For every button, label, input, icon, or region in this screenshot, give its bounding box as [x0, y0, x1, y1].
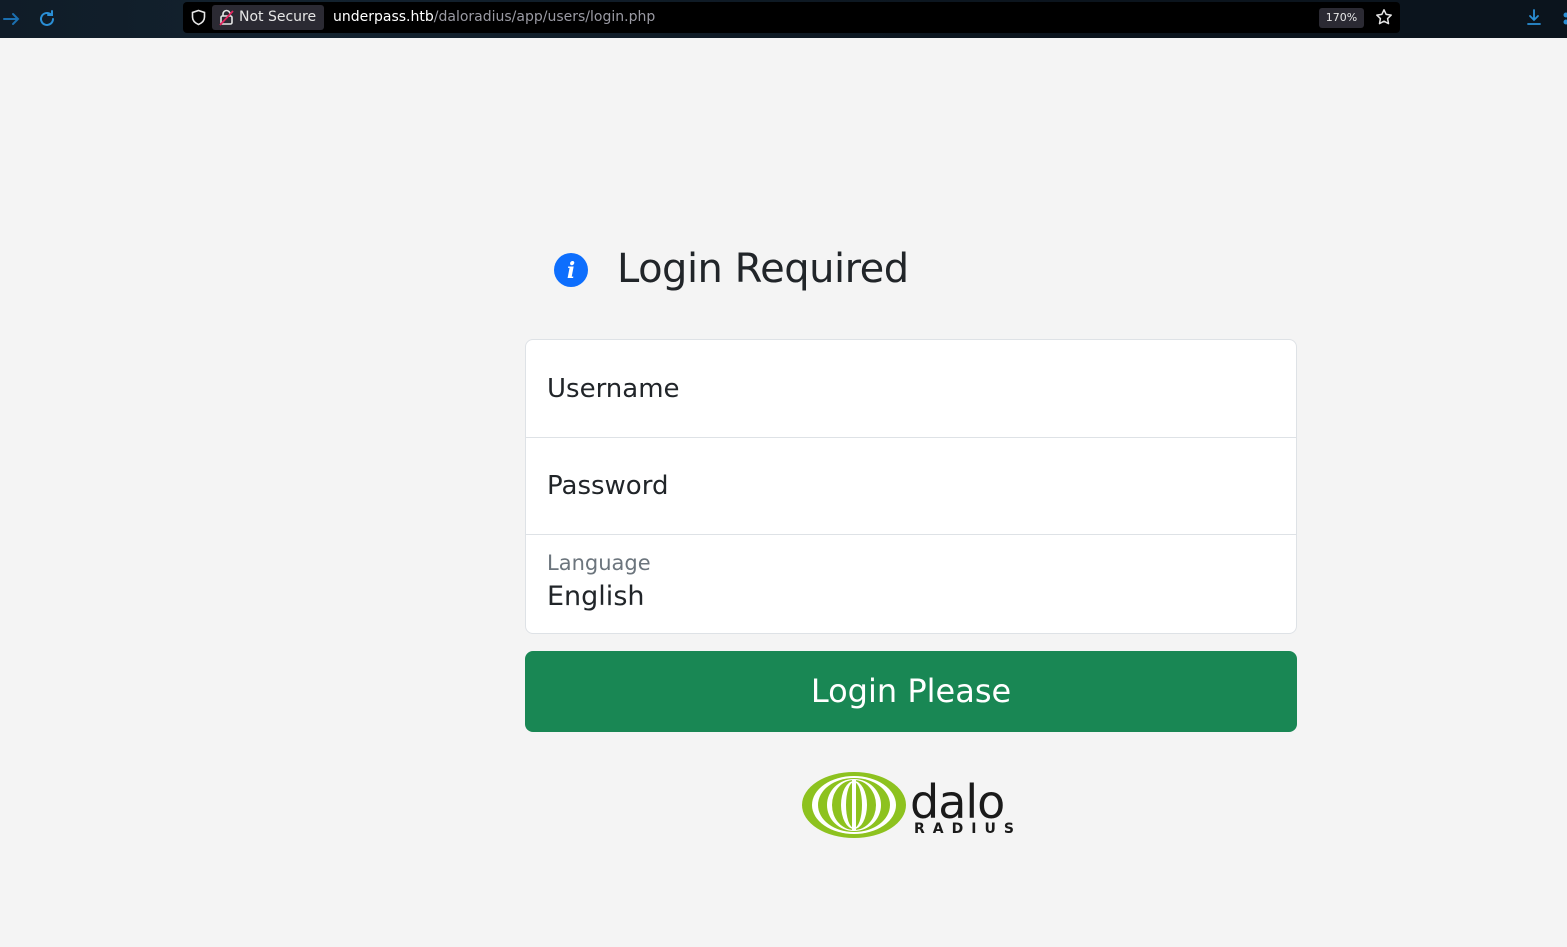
password-field-group — [526, 438, 1296, 535]
info-icon: i — [553, 252, 589, 288]
password-input[interactable] — [526, 438, 1296, 534]
globe-logo-mark — [802, 772, 906, 838]
language-select-hit-area[interactable] — [526, 535, 1296, 633]
address-bar[interactable]: Not Secure underpass.htb/daloradius/app/… — [183, 2, 1400, 33]
star-icon[interactable] — [1375, 8, 1393, 26]
login-button[interactable]: Login Please — [525, 651, 1297, 732]
url-host: underpass.htb — [333, 9, 434, 25]
svg-text:i: i — [567, 258, 575, 284]
extensions-icon[interactable] — [1560, 8, 1567, 28]
url-text[interactable]: underpass.htb/daloradius/app/users/login… — [333, 2, 655, 33]
daloradius-logo: dalo RADIUS — [800, 770, 1024, 842]
forward-icon[interactable] — [0, 7, 24, 31]
zoom-level-button[interactable]: 170% — [1319, 8, 1364, 28]
page-title: Login Required — [617, 246, 909, 292]
url-path: /daloradius/app/users/login.php — [433, 9, 656, 25]
login-form: Language English — [525, 339, 1297, 634]
username-input[interactable] — [526, 340, 1296, 437]
logo-text-sub: RADIUS — [914, 821, 1022, 837]
language-select[interactable]: Language English — [526, 535, 1296, 633]
security-label: Not Secure — [239, 9, 317, 25]
security-indicator[interactable]: Not Secure — [212, 5, 324, 30]
reload-icon[interactable] — [35, 7, 59, 31]
shield-icon[interactable] — [190, 9, 207, 26]
download-icon[interactable] — [1525, 8, 1543, 26]
lock-icon — [219, 9, 234, 26]
browser-toolbar: Not Secure underpass.htb/daloradius/app/… — [0, 0, 1567, 38]
username-field-group — [526, 340, 1296, 438]
